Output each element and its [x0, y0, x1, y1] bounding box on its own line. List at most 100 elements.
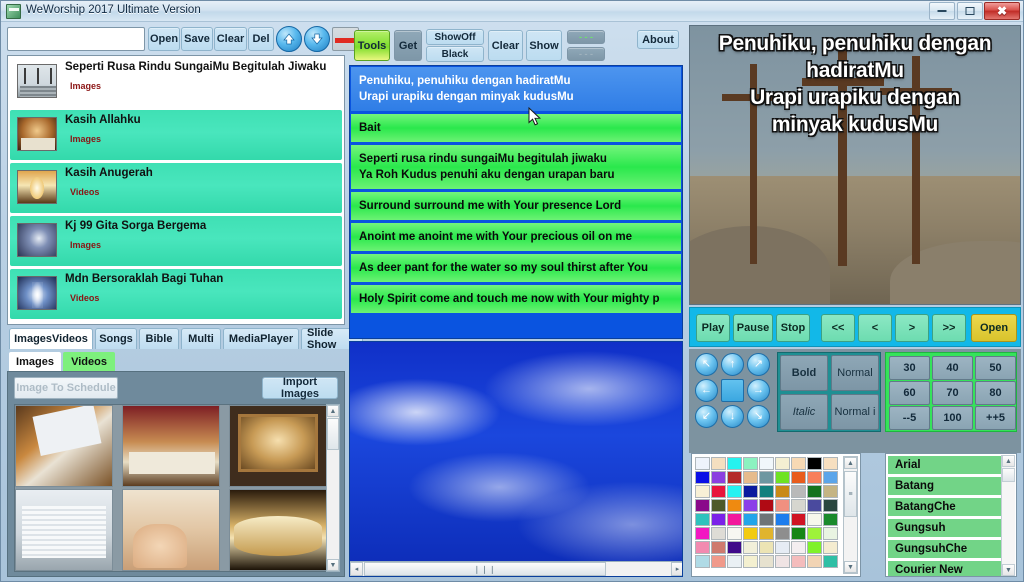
color-swatch[interactable] [807, 555, 822, 568]
color-swatch[interactable] [695, 527, 710, 540]
arrow-up-icon[interactable]: ↑ [721, 353, 744, 376]
dash-button-bottom[interactable]: - - - [567, 47, 605, 61]
scrollbar-thumb[interactable]: ≡ [844, 471, 857, 517]
close-button[interactable]: ✖ [984, 2, 1020, 20]
about-button[interactable]: About [637, 30, 679, 49]
color-swatch[interactable] [791, 485, 806, 498]
color-swatch-grid[interactable] [695, 457, 843, 575]
scroll-up-icon[interactable]: ▲ [844, 457, 857, 469]
color-swatch[interactable] [743, 457, 758, 470]
color-swatch[interactable] [711, 555, 726, 568]
color-swatch[interactable] [807, 499, 822, 512]
color-swatch[interactable] [727, 457, 742, 470]
previous-button[interactable]: < [858, 314, 892, 342]
import-images-button[interactable]: Import Images [262, 376, 338, 400]
showoff-button[interactable]: ShowOff [426, 29, 484, 45]
image-thumbnail[interactable] [15, 489, 113, 571]
search-input[interactable] [7, 27, 145, 51]
bold-button[interactable]: Bold [780, 355, 828, 391]
color-swatch[interactable] [727, 499, 742, 512]
play-button[interactable]: Play [696, 314, 730, 342]
image-thumbnail[interactable] [229, 405, 327, 487]
scroll-left-icon[interactable]: ◂ [350, 562, 363, 576]
color-swatch[interactable] [727, 555, 742, 568]
schedule-song-item[interactable]: Kasih Allahku Images [10, 110, 342, 160]
font-size-button-100[interactable]: 100 [932, 406, 973, 430]
color-swatch[interactable] [823, 555, 838, 568]
pause-button[interactable]: Pause [733, 314, 773, 342]
arrow-left-icon[interactable]: ← [695, 379, 718, 402]
color-swatch[interactable] [791, 541, 806, 554]
color-swatch[interactable] [775, 541, 790, 554]
color-swatch[interactable] [743, 499, 758, 512]
tools-button[interactable]: Tools [354, 30, 390, 61]
color-swatch[interactable] [791, 513, 806, 526]
scrollbar-thumb[interactable]: ❘❘❘ [364, 562, 606, 576]
lyric-slide-item[interactable]: As deer pant for the water so my soul th… [351, 254, 681, 282]
scroll-right-icon[interactable]: ▸ [671, 562, 682, 576]
scrollbar-thumb[interactable] [1002, 468, 1015, 482]
font-size-button-60[interactable]: 60 [889, 381, 930, 405]
lyric-slide-item[interactable]: Penuhiku, penuhiku dengan hadiratMu Urapi… [351, 67, 681, 111]
color-swatch[interactable] [743, 527, 758, 540]
lyrics-list[interactable]: Penuhiku, penuhiku dengan hadiratMu Urapi… [349, 65, 683, 339]
scroll-down-icon[interactable]: ▼ [1002, 564, 1015, 576]
color-swatch[interactable] [791, 499, 806, 512]
black-button[interactable]: Black [426, 46, 484, 62]
tab-imagesvideos[interactable]: ImagesVideos [9, 328, 93, 349]
color-swatch[interactable] [711, 457, 726, 470]
color-swatch[interactable] [711, 471, 726, 484]
color-swatch[interactable] [759, 527, 774, 540]
arrow-right-icon[interactable]: → [747, 379, 770, 402]
color-swatch[interactable] [695, 513, 710, 526]
lyric-slide-item[interactable]: Bait [351, 114, 681, 142]
subtab-videos[interactable]: Videos [63, 352, 115, 371]
font-list-item[interactable]: Gungsuh [887, 518, 1015, 538]
color-swatch[interactable] [807, 457, 822, 470]
color-swatch[interactable] [743, 541, 758, 554]
color-swatch[interactable] [807, 485, 822, 498]
scroll-up-icon[interactable]: ▲ [327, 405, 339, 417]
color-swatch[interactable] [759, 555, 774, 568]
tab-songs[interactable]: Songs [95, 328, 137, 349]
tab-mediaplayer[interactable]: MediaPlayer [223, 328, 299, 349]
font-size-button-plusplus5[interactable]: ++5 [975, 406, 1016, 430]
color-swatch[interactable] [807, 541, 822, 554]
color-swatch[interactable] [695, 471, 710, 484]
font-list-item[interactable]: Courier New [887, 560, 1015, 576]
color-swatch[interactable] [775, 499, 790, 512]
move-down-button[interactable] [304, 26, 330, 52]
color-swatch[interactable] [759, 457, 774, 470]
open-button[interactable]: Open [148, 27, 180, 51]
font-size-button-50[interactable]: 50 [975, 356, 1016, 380]
image-thumbnail[interactable] [122, 489, 220, 571]
center-block-icon[interactable] [721, 379, 744, 402]
schedule-song-item[interactable]: Kj 99 Gita Sorga Bergema Images [10, 216, 342, 266]
arrow-down-right-icon[interactable]: ↘ [747, 405, 770, 428]
color-swatch[interactable] [759, 513, 774, 526]
normal-button[interactable]: Normal [831, 355, 879, 391]
color-swatch[interactable] [823, 513, 838, 526]
color-swatch[interactable] [807, 513, 822, 526]
color-swatch[interactable] [807, 471, 822, 484]
font-list[interactable]: Arial Batang BatangChe Gungsuh GungsuhChe Cou… [885, 453, 1017, 577]
color-swatch[interactable] [727, 527, 742, 540]
arrow-down-icon[interactable]: ↓ [721, 405, 744, 428]
color-swatch[interactable] [759, 541, 774, 554]
schedule-song-item[interactable]: Mdn Bersoraklah Bagi Tuhan Videos [10, 269, 342, 319]
color-swatch[interactable] [823, 499, 838, 512]
color-swatch[interactable] [807, 527, 822, 540]
arrow-up-right-icon[interactable]: ↗ [747, 353, 770, 376]
dash-button-top[interactable]: - - - [567, 30, 605, 44]
lyric-slide-item[interactable]: Surround surround me with Your presence … [351, 192, 681, 220]
show-button[interactable]: Show [526, 30, 562, 61]
color-swatch[interactable] [775, 471, 790, 484]
color-swatch[interactable] [711, 513, 726, 526]
scrollbar-thumb[interactable] [327, 418, 339, 450]
thumbnail-scrollbar[interactable]: ▲ ▼ [326, 404, 340, 572]
image-to-schedule-button[interactable]: Image To Schedule [14, 377, 118, 399]
image-thumbnail-grid[interactable] [14, 404, 336, 572]
arrow-up-left-icon[interactable]: ↖ [695, 353, 718, 376]
italic-button[interactable]: Italic [780, 394, 828, 430]
font-list-item[interactable]: BatangChe [887, 497, 1015, 517]
